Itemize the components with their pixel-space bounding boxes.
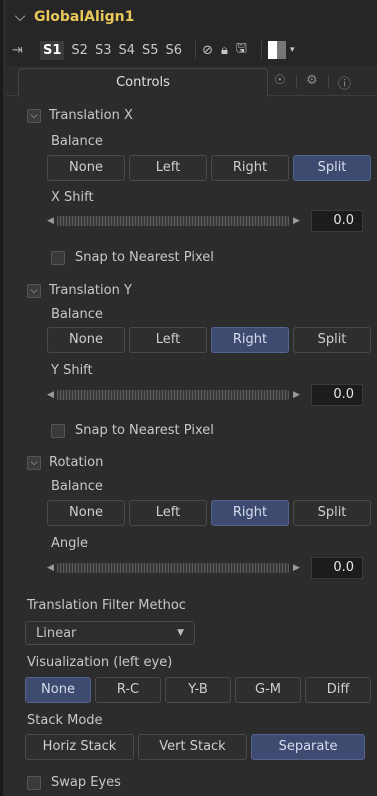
balance-label: Balance (51, 307, 103, 322)
x-shift-slider[interactable]: ◀ ▶ 0.0 (47, 210, 363, 232)
save-icon[interactable]: 🖫︎ (236, 39, 247, 61)
y-shift-slider[interactable]: ◀ ▶ 0.0 (47, 384, 363, 406)
translation-x-header[interactable]: ⌵ Translation X (27, 108, 133, 123)
checkbox-icon[interactable] (51, 423, 65, 438)
version-slot-s4[interactable]: S4 (118, 43, 135, 58)
slider-left-arrow-icon[interactable]: ◀ (47, 563, 57, 573)
checkbox-icon[interactable] (27, 775, 41, 790)
filter-method-dropdown[interactable]: Linear ▼ (25, 621, 195, 645)
slider-track[interactable] (57, 216, 289, 226)
slider-right-arrow-icon[interactable]: ▶ (293, 390, 303, 400)
lock-icon[interactable]: 🔒︎ (221, 43, 228, 58)
balance-split-button[interactable]: Split (293, 155, 371, 181)
checkbox-label: Snap to Nearest Pixel (75, 423, 214, 438)
section-title: Translation Y (49, 283, 132, 298)
slider-track[interactable] (57, 390, 289, 400)
tab-divider (296, 75, 297, 89)
visualization-yb-button[interactable]: Y-B (165, 677, 231, 703)
version-slot-s3[interactable]: S3 (95, 43, 112, 58)
chevron-down-icon[interactable]: ⌵ (6, 9, 34, 25)
balance-split-button[interactable]: Split (293, 500, 371, 526)
balance-none-button[interactable]: None (47, 500, 125, 526)
color-swatch-icon[interactable] (267, 41, 286, 59)
stack-mode-buttons: Horiz Stack Vert Stack Separate (25, 734, 365, 760)
translation-x-balance: None Left Right Split (47, 155, 371, 181)
balance-right-button[interactable]: Right (211, 155, 289, 181)
visualization-label: Visualization (left eye) (27, 655, 173, 670)
checkbox-icon[interactable] (51, 250, 65, 265)
chevron-down-icon: ▼ (177, 628, 184, 638)
node-title: GlobalAlign1 (34, 9, 135, 25)
visualization-none-button[interactable]: None (25, 677, 91, 703)
chevron-down-icon[interactable]: ⌵ (27, 108, 41, 123)
stack-separate-button[interactable]: Separate (251, 734, 365, 760)
balance-right-button[interactable]: Right (211, 500, 289, 526)
x-shift-input[interactable]: 0.0 (311, 210, 363, 232)
stack-vert-button[interactable]: Vert Stack (138, 734, 247, 760)
stack-horiz-button[interactable]: Horiz Stack (25, 734, 134, 760)
balance-split-button[interactable]: Split (293, 327, 371, 353)
swap-eyes-checkbox[interactable]: Swap Eyes (27, 775, 121, 790)
visualization-rc-button[interactable]: R-C (95, 677, 161, 703)
y-shift-input[interactable]: 0.0 (311, 384, 363, 406)
filter-method-label: Translation Filter Methoc (27, 598, 186, 613)
inspector-panel: ⌵ GlobalAlign1 ⇥ S1 S2 S3 S4 S5 S6 ⊘ 🔒︎ … (0, 0, 377, 796)
node-header[interactable]: ⌵ GlobalAlign1 (6, 0, 377, 34)
snap-y-checkbox[interactable]: Snap to Nearest Pixel (51, 423, 214, 438)
stack-mode-label: Stack Mode (27, 713, 103, 728)
angle-label: Angle (51, 536, 88, 551)
visualization-diff-button[interactable]: Diff (305, 677, 371, 703)
modifiers-icon[interactable]: ☉ (274, 73, 286, 88)
version-slot-s1[interactable]: S1 (40, 40, 65, 60)
version-toolbar: ⇥ S1 S2 S3 S4 S5 S6 ⊘ 🔒︎ 🖫︎ ▾ (6, 34, 377, 66)
checkbox-label: Snap to Nearest Pixel (75, 250, 214, 265)
translation-y-header[interactable]: ⌵ Translation Y (27, 283, 132, 298)
version-slot-s6[interactable]: S6 (166, 43, 183, 58)
inspector-tabs: Controls ☉ ⚙ ⓘ (6, 66, 377, 97)
version-slot-s2[interactable]: S2 (71, 43, 88, 58)
slider-track[interactable] (57, 563, 289, 573)
pin-icon[interactable]: ⇥ (12, 43, 40, 58)
checkbox-label: Swap Eyes (51, 775, 121, 790)
slider-right-arrow-icon[interactable]: ▶ (293, 216, 303, 226)
angle-input[interactable]: 0.0 (311, 557, 363, 579)
chevron-down-icon[interactable]: ⌵ (27, 283, 41, 298)
version-slot-s5[interactable]: S5 (142, 43, 159, 58)
angle-slider[interactable]: ◀ ▶ 0.0 (47, 557, 363, 579)
balance-right-button[interactable]: Right (211, 327, 289, 353)
y-shift-label: Y Shift (51, 363, 93, 378)
visualization-gm-button[interactable]: G-M (235, 677, 301, 703)
tab-controls[interactable]: Controls (18, 68, 268, 97)
tab-divider (328, 75, 329, 89)
slider-left-arrow-icon[interactable]: ◀ (47, 216, 57, 226)
rotation-header[interactable]: ⌵ Rotation (27, 455, 103, 470)
balance-left-button[interactable]: Left (129, 500, 207, 526)
chevron-down-icon[interactable]: ⌵ (27, 455, 41, 470)
dropdown-value: Linear (36, 625, 77, 641)
balance-label: Balance (51, 479, 103, 494)
section-title: Translation X (49, 108, 133, 123)
balance-label: Balance (51, 134, 103, 149)
rotation-balance: None Left Right Split (47, 500, 371, 526)
info-icon[interactable]: ⓘ (338, 73, 351, 92)
translation-y-balance: None Left Right Split (47, 327, 371, 353)
gear-icon[interactable]: ⚙ (306, 73, 318, 88)
visualization-buttons: None R-C Y-B G-M Diff (25, 677, 371, 703)
x-shift-label: X Shift (51, 190, 94, 205)
balance-left-button[interactable]: Left (129, 155, 207, 181)
slider-right-arrow-icon[interactable]: ▶ (293, 563, 303, 573)
toolbar-divider (260, 41, 262, 59)
reset-icon[interactable]: ⊘ (202, 43, 213, 58)
chevron-down-icon[interactable]: ▾ (290, 45, 295, 55)
toolbar-divider (195, 41, 197, 59)
snap-x-checkbox[interactable]: Snap to Nearest Pixel (51, 250, 214, 265)
section-title: Rotation (49, 455, 104, 470)
slider-left-arrow-icon[interactable]: ◀ (47, 390, 57, 400)
balance-left-button[interactable]: Left (129, 327, 207, 353)
balance-none-button[interactable]: None (47, 155, 125, 181)
balance-none-button[interactable]: None (47, 327, 125, 353)
